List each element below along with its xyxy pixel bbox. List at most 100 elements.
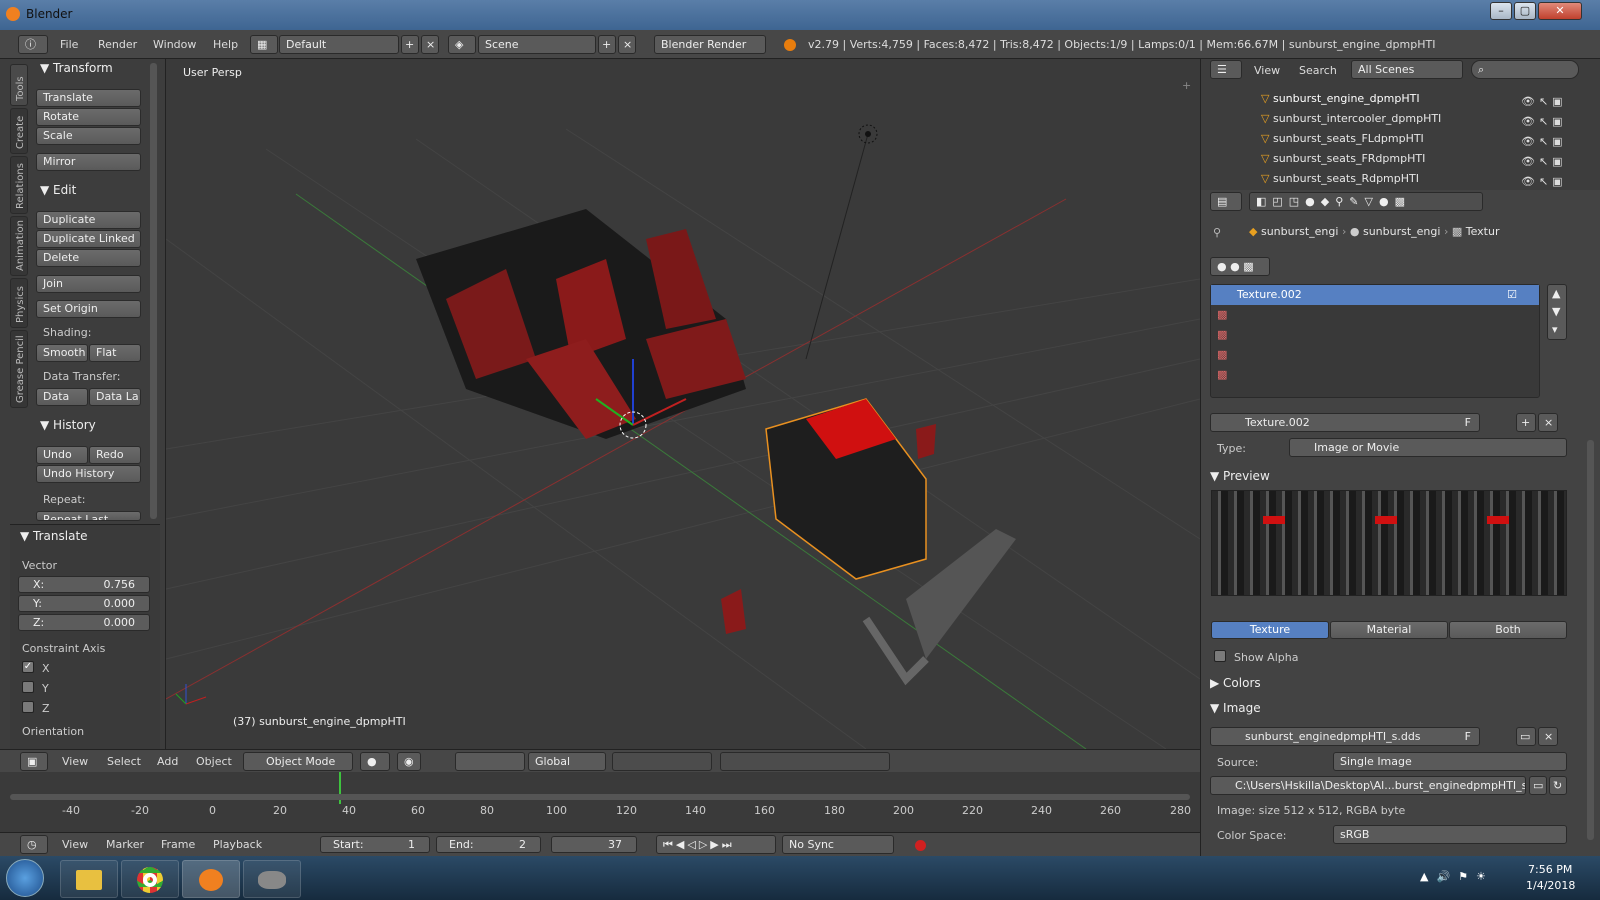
- maximize-button[interactable]: ▢: [1514, 2, 1536, 20]
- redo-button[interactable]: Redo: [89, 446, 141, 464]
- blender-taskbar-icon[interactable]: [182, 860, 240, 898]
- constraint-y-checkbox[interactable]: [22, 681, 34, 693]
- show-alpha-checkbox[interactable]: [1214, 650, 1226, 662]
- undo-button[interactable]: Undo: [36, 446, 88, 464]
- orientation-select[interactable]: Global: [528, 752, 606, 771]
- viewport-editor-type[interactable]: ▣: [20, 752, 48, 771]
- texture-type-select[interactable]: Image or Movie: [1289, 438, 1567, 457]
- chrome-icon[interactable]: [121, 860, 179, 898]
- viewport-expand-icon[interactable]: +: [1182, 79, 1191, 92]
- preview-tab-both[interactable]: Both: [1449, 621, 1567, 639]
- viewport-menu-object[interactable]: Object: [196, 755, 232, 768]
- translate-button[interactable]: Translate: [36, 89, 141, 107]
- gimp-icon[interactable]: [243, 860, 301, 898]
- outliner-menu-search[interactable]: Search: [1299, 64, 1337, 77]
- close-button[interactable]: ✕: [1538, 2, 1582, 20]
- texture-context-tabs[interactable]: ● ● ▩: [1210, 257, 1270, 276]
- snap-tools[interactable]: [720, 752, 890, 771]
- undo-history-button[interactable]: Undo History: [36, 465, 141, 483]
- history-panel-header[interactable]: ▼ History: [40, 418, 96, 432]
- menu-window[interactable]: Window: [153, 38, 196, 51]
- scale-button[interactable]: Scale: [36, 127, 141, 145]
- manipulator-toggle[interactable]: [455, 752, 525, 771]
- mode-select[interactable]: Object Mode: [243, 752, 353, 771]
- visibility-icons[interactable]: 👁↖▣ 👁↖▣ 👁↖▣ 👁↖▣ 👁↖▣: [1521, 92, 1581, 192]
- operator-panel-header[interactable]: ▼ Translate: [20, 529, 88, 543]
- unlink-image-button[interactable]: ×: [1538, 727, 1558, 746]
- pin-icon[interactable]: ⚲: [1213, 226, 1221, 239]
- duplicate-button[interactable]: Duplicate: [36, 211, 141, 229]
- tab-create[interactable]: Create: [10, 108, 28, 154]
- start-frame-field[interactable]: Start: 1: [320, 836, 430, 853]
- texture-slot-empty[interactable]: ▩: [1211, 345, 1539, 365]
- scene-select[interactable]: Scene: [478, 35, 596, 54]
- rotate-button[interactable]: Rotate: [36, 108, 141, 126]
- shading-select[interactable]: ●: [360, 752, 390, 771]
- render-engine-select[interactable]: Blender Render: [654, 35, 766, 54]
- start-button[interactable]: [6, 859, 44, 897]
- clock-time[interactable]: 7:56 PM: [1528, 863, 1572, 876]
- 3d-viewport[interactable]: User Persp (37) sunburst_engine_dpmpHTI …: [166, 59, 1200, 749]
- clock-date[interactable]: 1/4/2018: [1526, 879, 1575, 892]
- texture-slot-empty[interactable]: ▩: [1211, 365, 1539, 385]
- tab-relations[interactable]: Relations: [10, 156, 28, 214]
- viewport-menu-select[interactable]: Select: [107, 755, 141, 768]
- reload-file-button[interactable]: ↻: [1549, 776, 1567, 795]
- pivot-select[interactable]: ◉: [397, 752, 421, 771]
- minimize-button[interactable]: –: [1490, 2, 1512, 20]
- add-scene-button[interactable]: +: [598, 35, 616, 54]
- edit-panel-header[interactable]: ▼ Edit: [40, 183, 76, 197]
- layout-icon[interactable]: ▦: [250, 35, 278, 54]
- menu-render[interactable]: Render: [98, 38, 137, 51]
- vector-z-field[interactable]: Z: 0.000: [18, 614, 150, 631]
- timeline-menu-marker[interactable]: Marker: [106, 838, 144, 851]
- new-texture-button[interactable]: +: [1516, 413, 1536, 432]
- tray-icons[interactable]: ▲🔊⚑☀: [1420, 870, 1494, 883]
- editor-type-icon[interactable]: ⓘ: [18, 35, 48, 54]
- open-image-button[interactable]: ▭: [1516, 727, 1536, 746]
- texture-datablock-field[interactable]: Texture.002 F: [1210, 413, 1480, 432]
- vector-x-field[interactable]: X: 0.756: [18, 576, 150, 593]
- timeline-menu-playback[interactable]: Playback: [213, 838, 262, 851]
- layout-select[interactable]: Default: [279, 35, 399, 54]
- source-select[interactable]: Single Image: [1333, 752, 1567, 771]
- viewport-menu-add[interactable]: Add: [157, 755, 178, 768]
- preview-panel-header[interactable]: ▼ Preview: [1210, 469, 1270, 483]
- menu-file[interactable]: File: [60, 38, 78, 51]
- playback-controls[interactable]: ⏮◀◁▷▶⏭: [656, 835, 776, 854]
- timeline-area[interactable]: -40 -20 0 20 40 60 80 100 120 140 160 18…: [0, 772, 1200, 832]
- repeat-last-button[interactable]: Repeat Last: [36, 511, 141, 521]
- properties-scrollbar[interactable]: [1587, 440, 1594, 840]
- layers-grid[interactable]: [612, 752, 712, 771]
- image-datablock-field[interactable]: sunburst_enginedpmpHTI_s.dds F: [1210, 727, 1480, 746]
- filepath-field[interactable]: C:\Users\Hskilla\Desktop\Al...burst_engi…: [1210, 776, 1526, 795]
- slot-move-buttons[interactable]: ▲ ▼ ▾: [1547, 284, 1567, 340]
- constraint-z-checkbox[interactable]: [22, 701, 34, 713]
- properties-editor-type[interactable]: ▤: [1210, 192, 1242, 211]
- texture-slot-empty[interactable]: ▩: [1211, 305, 1539, 325]
- color-space-select[interactable]: sRGB: [1333, 825, 1567, 844]
- image-panel-header[interactable]: ▼ Image: [1210, 701, 1261, 715]
- sync-select[interactable]: No Sync: [782, 835, 894, 854]
- tool-shelf-scrollbar[interactable]: [150, 63, 157, 519]
- transform-panel-header[interactable]: ▼ Transform: [40, 61, 113, 75]
- preview-tab-material[interactable]: Material: [1330, 621, 1448, 639]
- outliner-editor-type[interactable]: ☰: [1210, 60, 1242, 79]
- mirror-button[interactable]: Mirror: [36, 153, 141, 171]
- join-button[interactable]: Join: [36, 275, 141, 293]
- data-layout-button[interactable]: Data La: [89, 388, 141, 406]
- timeline-editor-type[interactable]: ◷: [20, 835, 48, 854]
- remove-scene-button[interactable]: ×: [618, 35, 636, 54]
- duplicate-linked-button[interactable]: Duplicate Linked: [36, 230, 141, 248]
- current-frame-field[interactable]: 37: [551, 836, 637, 853]
- tab-animation[interactable]: Animation: [10, 216, 28, 276]
- outliner-filter-select[interactable]: All Scenes: [1351, 60, 1463, 79]
- scene-icon[interactable]: ◈: [448, 35, 476, 54]
- menu-help[interactable]: Help: [213, 38, 238, 51]
- vector-y-field[interactable]: Y: 0.000: [18, 595, 150, 612]
- file-explorer-icon[interactable]: [60, 860, 118, 898]
- timeline-scrollbar[interactable]: [10, 794, 1190, 800]
- tab-physics[interactable]: Physics: [10, 278, 28, 328]
- browse-file-button[interactable]: ▭: [1529, 776, 1547, 795]
- viewport-scene[interactable]: [166, 59, 1200, 749]
